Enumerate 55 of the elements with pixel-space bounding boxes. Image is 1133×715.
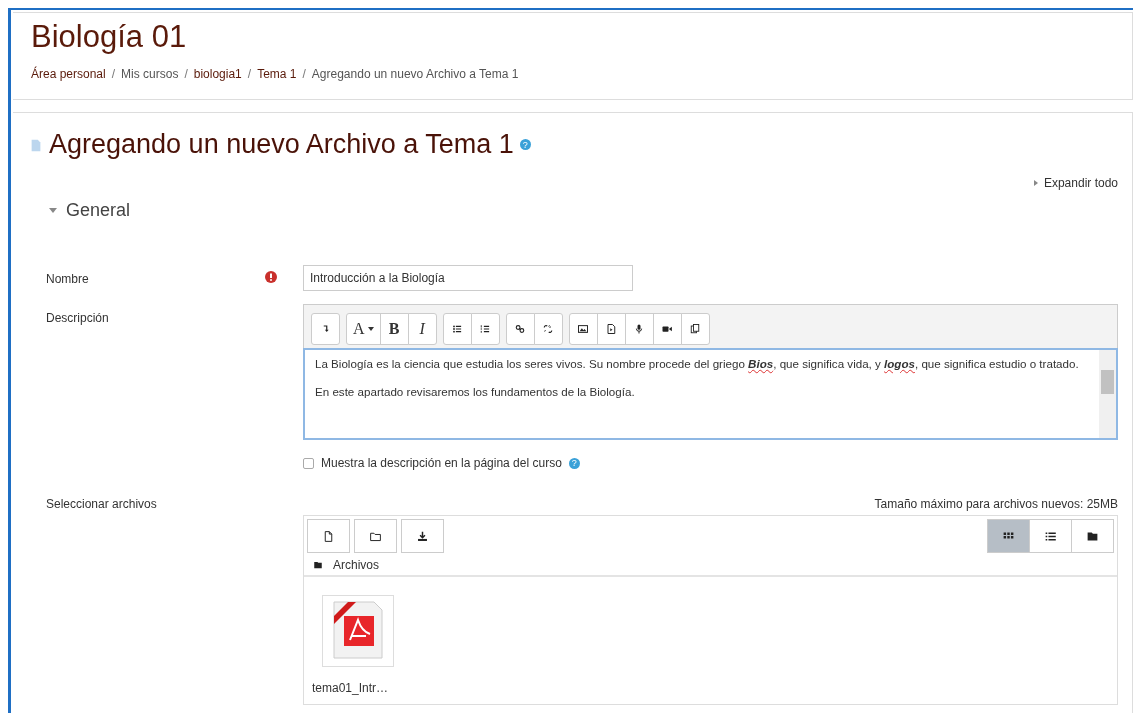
download-icon xyxy=(416,529,429,543)
toolbar-button[interactable] xyxy=(652,313,682,345)
folder-icon xyxy=(1086,529,1099,543)
image-icon xyxy=(577,323,590,335)
toolbar-button[interactable] xyxy=(568,313,598,345)
text-editor[interactable] xyxy=(303,304,1118,440)
section-toggle[interactable]: General xyxy=(49,200,1118,221)
checkbox[interactable] xyxy=(303,457,314,469)
paste-icon xyxy=(689,323,702,335)
breadcrumb-separator: / xyxy=(247,67,252,81)
breadcrumb-current: Agregando un nuevo Archivo a Tema 1 xyxy=(311,67,519,81)
view-tree-button[interactable] xyxy=(1071,519,1114,553)
file-thumbnail[interactable] xyxy=(322,595,394,667)
folder-path[interactable]: Archivos xyxy=(333,558,379,572)
numbered-list-icon xyxy=(479,323,492,335)
breadcrumb-link[interactable]: biologia1 xyxy=(193,67,242,81)
folder-action-button[interactable] xyxy=(354,519,397,553)
font-style-button[interactable]: A xyxy=(346,313,381,345)
view-icons-button[interactable] xyxy=(987,519,1030,553)
file-icon xyxy=(29,137,43,152)
bullet-list-icon xyxy=(451,323,464,335)
breadcrumb-separator: / xyxy=(184,67,188,81)
file-icon xyxy=(322,529,335,543)
description-paragraph: La Biología es la ciencia que estudia los seres vivos. Su nombre procede del griego Bios, que significa vida, y logos, que significa estudio o tratado. xyxy=(315,356,1080,372)
field-label: Seleccionar archivos xyxy=(45,496,158,511)
toolbar-button[interactable] xyxy=(596,313,626,345)
toolbar-button[interactable] xyxy=(505,313,535,345)
link-icon xyxy=(514,323,527,335)
pdf-file-icon xyxy=(330,600,386,662)
description-paragraph: En este apartado revisaremos los fundamentos de la Biología. xyxy=(315,384,636,400)
folder-icon xyxy=(313,560,323,570)
breadcrumb-current: Mis cursos xyxy=(121,67,179,81)
course-title: Biología 01 xyxy=(31,19,188,55)
breadcrumb-link[interactable]: Área personal xyxy=(31,67,106,81)
max-size-note: Tamaño máximo para archivos nuevos: 25MB xyxy=(873,496,1118,511)
expand-all-link[interactable]: Expandir todo xyxy=(1033,176,1118,190)
file-action-button[interactable] xyxy=(307,519,350,553)
field-label: Nombre xyxy=(45,271,90,286)
italic-button[interactable]: I xyxy=(407,313,437,345)
breadcrumb-link[interactable]: Tema 1 xyxy=(257,67,297,81)
file-name[interactable]: tema01_Intr… xyxy=(312,681,394,695)
download-action-button[interactable] xyxy=(401,519,444,553)
scrollbar[interactable] xyxy=(1099,350,1116,438)
breadcrumb-separator: / xyxy=(111,67,116,81)
media-file-icon xyxy=(605,323,618,335)
toolbar-button[interactable] xyxy=(680,313,710,345)
video-camera-icon xyxy=(661,323,674,335)
name-input-field[interactable]: Introducción a la Biología xyxy=(303,265,633,291)
checkbox-label: Muestra la descripción en la página del curso xyxy=(321,456,562,470)
list-icon xyxy=(1044,529,1057,543)
bold-button[interactable]: B xyxy=(379,313,409,345)
field-label: Descripción xyxy=(45,310,110,325)
breadcrumb-separator: / xyxy=(302,67,306,81)
page-title: Agregando un nuevo Archivo a Tema 1 xyxy=(49,129,514,160)
unlink-icon xyxy=(542,323,555,335)
